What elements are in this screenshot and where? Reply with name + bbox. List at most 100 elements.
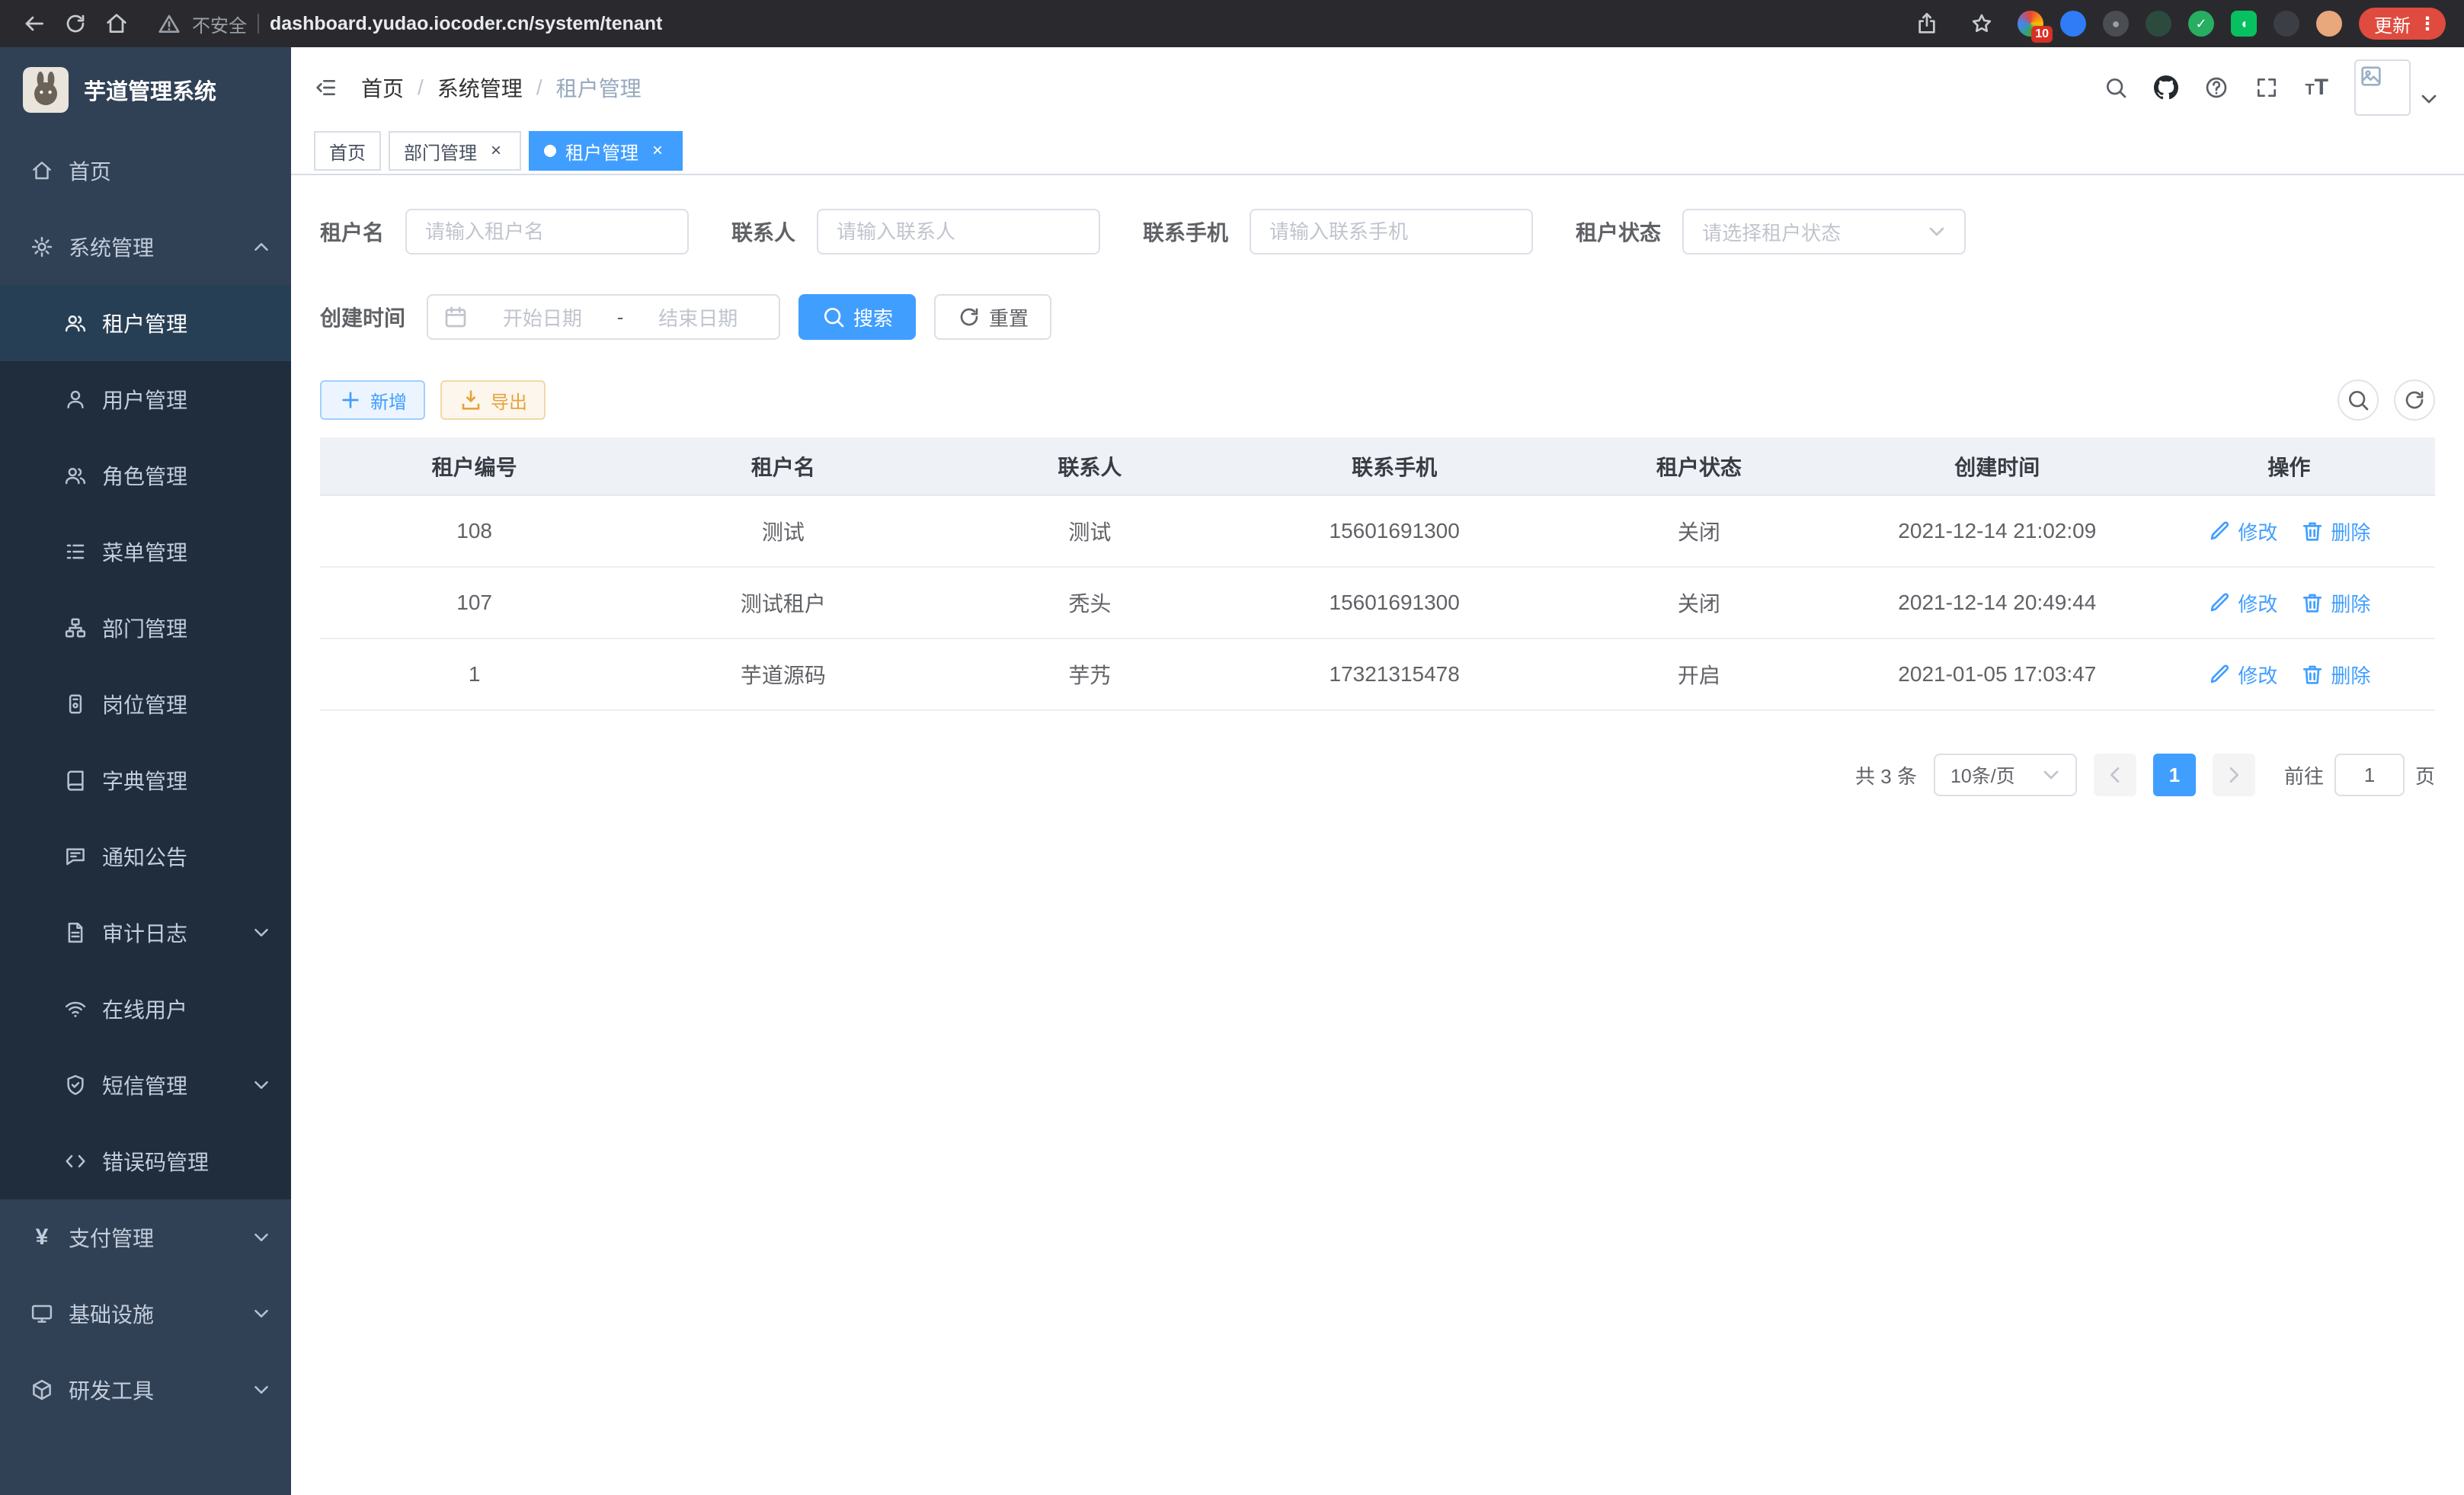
- user-avatar-dropdown[interactable]: [2354, 59, 2441, 116]
- search-icon: [2346, 388, 2370, 412]
- browser-update-button[interactable]: 更新 ⋮: [2359, 8, 2446, 40]
- tenant-status-select[interactable]: 请选择租户状态: [1682, 209, 1966, 255]
- table-header-row: 租户编号 租户名 联系人 联系手机 租户状态 创建时间 操作: [320, 437, 2435, 495]
- extension-icon-4[interactable]: [2146, 11, 2171, 37]
- sidebar-item-system-management[interactable]: 系统管理: [0, 209, 291, 285]
- tab-home[interactable]: 首页: [314, 131, 381, 171]
- header-search-button[interactable]: [2104, 75, 2128, 100]
- cell-contact: 芋艿: [938, 639, 1243, 710]
- sidebar-item-notice-announcement[interactable]: 通知公告: [0, 818, 291, 895]
- delete-link[interactable]: 删除: [2300, 517, 2370, 546]
- extension-icon-1[interactable]: 10: [2018, 11, 2043, 37]
- share-button[interactable]: [1908, 5, 1946, 43]
- next-page-button[interactable]: [2213, 754, 2255, 796]
- cell-tenant-id: 107: [320, 567, 629, 639]
- browser-home-button[interactable]: [98, 5, 136, 43]
- sidebar-item-department-management[interactable]: 部门管理: [0, 590, 291, 666]
- sidebar-item-devtools[interactable]: 研发工具: [0, 1352, 291, 1428]
- browser-reload-button[interactable]: [56, 5, 94, 43]
- sidebar-item-label: 短信管理: [102, 1070, 187, 1100]
- page-size-select[interactable]: 10条/页: [1934, 754, 2077, 796]
- breadcrumb-home[interactable]: 首页: [361, 72, 404, 103]
- app-logo[interactable]: 芋道管理系统: [0, 47, 291, 133]
- tenant-name-input[interactable]: [405, 209, 689, 255]
- search-button-label: 搜索: [853, 303, 893, 331]
- prev-page-button[interactable]: [2094, 754, 2136, 796]
- extension-icon-2[interactable]: [2060, 11, 2086, 37]
- page-number-button[interactable]: 1: [2153, 754, 2196, 796]
- post-badge-icon: [64, 693, 87, 715]
- delete-link[interactable]: 删除: [2300, 661, 2370, 689]
- pagination-total: 共 3 条: [1855, 761, 1917, 789]
- edit-icon: [2207, 519, 2232, 543]
- audit-document-icon: [64, 921, 87, 944]
- delete-link[interactable]: 删除: [2300, 589, 2370, 617]
- sidebar-item-sms-management[interactable]: 短信管理: [0, 1047, 291, 1123]
- cell-contact: 秃头: [938, 567, 1243, 639]
- extension-icon-5[interactable]: ✓: [2188, 11, 2214, 37]
- help-button[interactable]: [2204, 75, 2229, 100]
- chevron-down-icon: [250, 1302, 273, 1325]
- extension-icon-7[interactable]: [2274, 11, 2299, 37]
- edit-link[interactable]: 修改: [2207, 517, 2277, 546]
- sidebar-item-online-users[interactable]: 在线用户: [0, 971, 291, 1047]
- goto-page-input[interactable]: [2334, 754, 2405, 796]
- extension-icon-3[interactable]: ●: [2103, 11, 2129, 37]
- search-icon: [2104, 75, 2128, 100]
- toggle-search-button[interactable]: [2338, 379, 2379, 421]
- star-icon: [1970, 11, 1994, 36]
- sidebar-item-menu-management[interactable]: 菜单管理: [0, 514, 291, 590]
- sidebar-item-home[interactable]: 首页: [0, 133, 291, 209]
- sidebar-item-post-management[interactable]: 岗位管理: [0, 666, 291, 742]
- sidebar-item-audit-log[interactable]: 审计日志: [0, 895, 291, 971]
- tenant-status-label: 租户状态: [1576, 216, 1661, 247]
- sidebar-item-payment-management[interactable]: ¥ 支付管理: [0, 1199, 291, 1276]
- close-icon[interactable]: ×: [486, 141, 506, 161]
- font-size-button[interactable]: TT: [2305, 76, 2328, 99]
- roles-users-icon: [64, 464, 87, 487]
- contact-phone-input[interactable]: [1250, 209, 1533, 255]
- add-button[interactable]: 新增: [320, 380, 425, 420]
- sidebar-item-label: 字典管理: [102, 765, 187, 796]
- tab-label: 租户管理: [565, 138, 638, 165]
- refresh-table-button[interactable]: [2394, 379, 2435, 421]
- cell-tenant-status: 开启: [1547, 639, 1851, 710]
- fullscreen-button[interactable]: [2254, 75, 2279, 100]
- tab-department-management[interactable]: 部门管理 ×: [389, 131, 521, 171]
- contact-input[interactable]: [817, 209, 1100, 255]
- sidebar-item-user-management[interactable]: 用户管理: [0, 361, 291, 437]
- reset-button[interactable]: 重置: [934, 294, 1051, 340]
- question-icon: [2204, 75, 2229, 100]
- export-button[interactable]: 导出: [440, 380, 546, 420]
- close-icon[interactable]: ×: [648, 141, 667, 161]
- breadcrumb-system[interactable]: 系统管理: [437, 72, 523, 103]
- col-contact: 联系人: [938, 437, 1243, 495]
- pagination: 共 3 条 10条/页 1 前往 页: [320, 754, 2435, 796]
- edit-link[interactable]: 修改: [2207, 661, 2277, 689]
- notice-message-icon: [64, 845, 87, 868]
- sidebar-item-error-code-management[interactable]: 错误码管理: [0, 1123, 291, 1199]
- tab-tenant-management[interactable]: 租户管理 ×: [529, 131, 683, 171]
- bookmark-button[interactable]: [1963, 5, 2001, 43]
- page-content: 租户名 联系人 联系手机 租户状态 请选择租户状态 创建时间: [291, 175, 2464, 796]
- cell-create-time: 2021-12-14 21:02:09: [1851, 495, 2143, 567]
- start-date-placeholder: 开始日期: [477, 303, 608, 331]
- browser-back-button[interactable]: [15, 5, 53, 43]
- sidebar-item-tenant-management[interactable]: 租户管理: [0, 285, 291, 361]
- sidebar-item-dictionary-management[interactable]: 字典管理: [0, 742, 291, 818]
- github-link[interactable]: [2154, 75, 2178, 100]
- search-button[interactable]: 搜索: [798, 294, 916, 340]
- cell-tenant-id: 108: [320, 495, 629, 567]
- address-bar[interactable]: 不安全 dashboard.yudao.iocoder.cn/system/te…: [139, 11, 1905, 37]
- sidebar-collapse-button[interactable]: [314, 75, 338, 100]
- tags-view-bar: 首页 部门管理 × 租户管理 ×: [291, 128, 2464, 175]
- create-time-range-picker[interactable]: 开始日期 - 结束日期: [427, 294, 780, 340]
- sidebar-item-role-management[interactable]: 角色管理: [0, 437, 291, 514]
- extension-icon-6[interactable]: ◖: [2231, 11, 2257, 37]
- home-icon: [104, 11, 129, 36]
- extension-icon-8[interactable]: [2316, 11, 2342, 37]
- cell-contact: 测试: [938, 495, 1243, 567]
- sidebar-item-infrastructure[interactable]: 基础设施: [0, 1276, 291, 1352]
- chevron-down-icon: [250, 1226, 273, 1249]
- edit-link[interactable]: 修改: [2207, 589, 2277, 617]
